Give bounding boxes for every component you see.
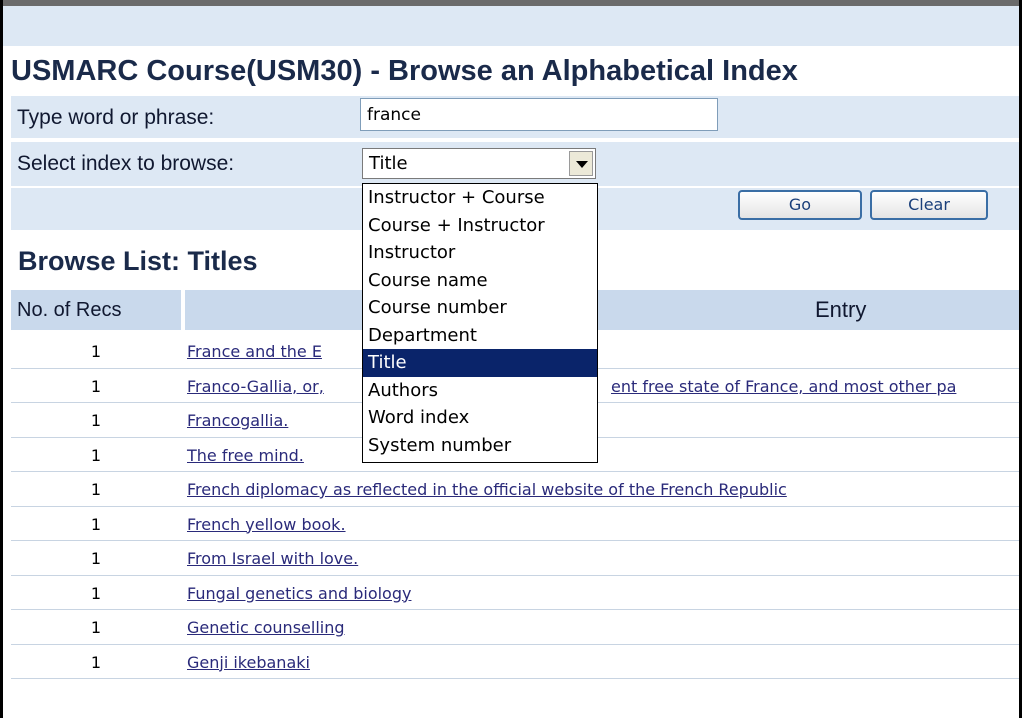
rec-count: 1 [90, 549, 102, 568]
table-row: 1 From Israel with love. [11, 541, 1019, 576]
top-band [3, 6, 1019, 46]
rec-count: 1 [90, 514, 102, 534]
rec-count: 1 [90, 411, 102, 430]
column-header-entry: Entry [185, 290, 1019, 330]
table-row: 1 French diplomacy as reflected in the o… [11, 472, 1019, 507]
rec-count: 1 [90, 618, 102, 637]
rec-count: 1 [90, 652, 102, 672]
browse-heading: Browse List: Titles [18, 246, 258, 276]
dropdown-option[interactable]: Authors [363, 377, 597, 405]
table-row: 1 Fungal genetics and biology [11, 576, 1019, 610]
rec-count: 1 [90, 583, 102, 603]
entry-link-tail[interactable]: ent free state of France, and most other… [611, 377, 956, 396]
entry-link[interactable]: The free mind. [187, 446, 304, 465]
entry-link[interactable]: Fungal genetics and biology [187, 584, 411, 603]
page-title: USMARC Course(USM30) - Browse an Alphabe… [11, 55, 798, 87]
table-row: 1 Genji ikebanaki [11, 645, 1019, 679]
column-header-recs: No. of Recs [11, 290, 181, 330]
dropdown-option[interactable]: Word index [363, 404, 597, 432]
chevron-down-icon[interactable] [569, 151, 593, 176]
rec-count: 1 [90, 376, 102, 396]
dropdown-option[interactable]: Instructor + Course [363, 184, 597, 212]
go-button[interactable]: Go [738, 190, 862, 220]
table-row: 1 French yellow book. [11, 507, 1019, 541]
dropdown-option-selected[interactable]: Title [363, 349, 597, 377]
word-label: Type word or phrase: [17, 106, 215, 129]
dropdown-option[interactable]: Instructor [363, 239, 597, 267]
dropdown-option[interactable]: Department [363, 322, 597, 350]
left-frame-border [0, 0, 3, 718]
entry-link[interactable]: French diplomacy as reflected in the off… [187, 480, 787, 499]
rec-count: 1 [90, 480, 102, 499]
index-select-value: Title [369, 153, 408, 174]
entry-link[interactable]: French yellow book. [187, 515, 346, 534]
dropdown-option[interactable]: System number [363, 432, 597, 460]
dropdown-option[interactable]: Course name [363, 267, 597, 295]
index-dropdown-list: Instructor + Course Course + Instructor … [362, 183, 598, 463]
index-label: Select index to browse: [17, 152, 235, 175]
dropdown-option[interactable]: Course + Instructor [363, 212, 597, 240]
entry-link[interactable]: From Israel with love. [187, 549, 358, 568]
word-input[interactable] [360, 98, 718, 131]
rec-count: 1 [90, 342, 102, 361]
entry-link[interactable]: Francogallia. [187, 411, 288, 430]
table-row: 1 Genetic counselling [11, 610, 1019, 645]
clear-button[interactable]: Clear [870, 190, 988, 220]
entry-link[interactable]: Genetic counselling [187, 618, 345, 637]
entry-link[interactable]: Genji ikebanaki [187, 653, 310, 672]
index-select[interactable]: Title [362, 148, 596, 179]
rec-count: 1 [90, 445, 102, 465]
entry-link[interactable]: France and the E [187, 342, 322, 361]
entry-link[interactable]: Franco-Gallia, or, [187, 377, 324, 396]
dropdown-option[interactable]: Course number [363, 294, 597, 322]
